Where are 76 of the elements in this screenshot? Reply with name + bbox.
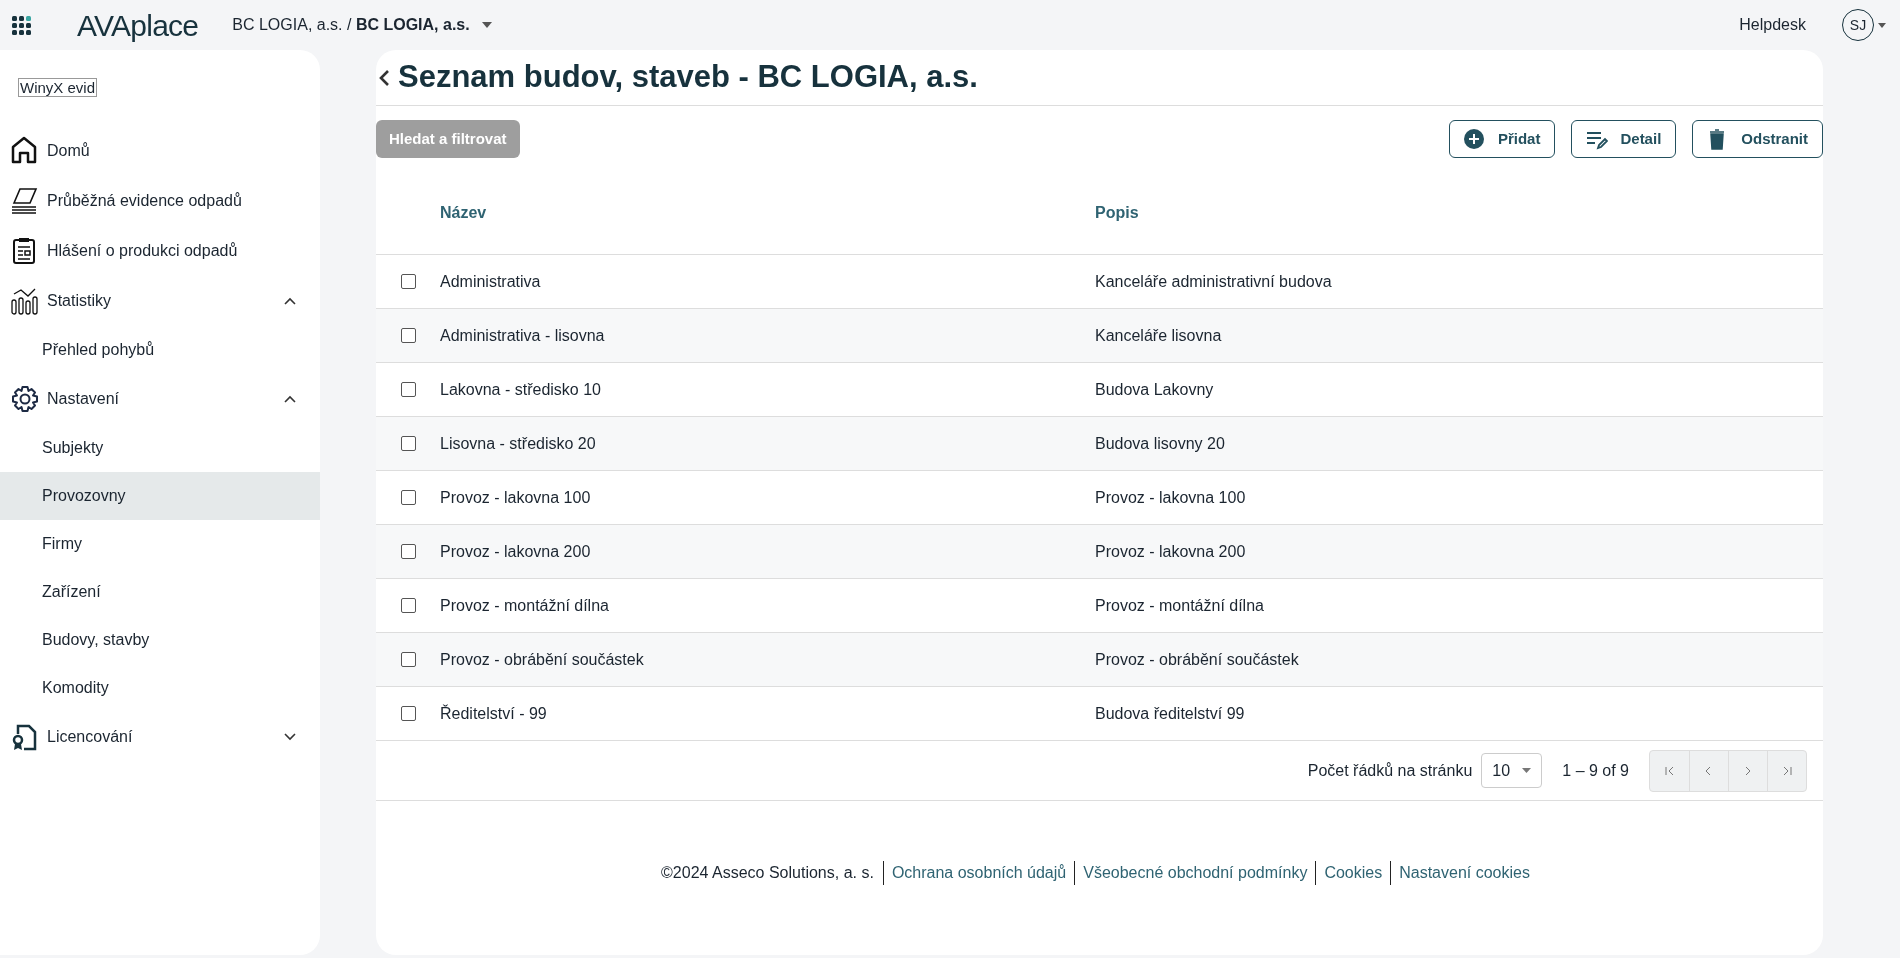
row-checkbox[interactable] xyxy=(400,490,416,505)
settings-icon xyxy=(10,384,40,414)
sidebar-item[interactable]: Statistiky xyxy=(0,276,320,326)
table-cell: Provoz - lakovna 100 xyxy=(1095,488,1246,506)
grid-icon xyxy=(12,15,31,35)
sidebar-subitem[interactable]: Budovy, stavby xyxy=(0,616,320,664)
action-button[interactable]: Odstranit xyxy=(1692,120,1823,158)
chevron-left-icon xyxy=(378,68,390,87)
table-cell: Budova ředitelství 99 xyxy=(1095,704,1245,722)
table-cell: Budova Lakovny xyxy=(1095,380,1214,398)
sidebar-subitem[interactable]: Zařízení xyxy=(0,568,320,616)
table-cell: Administrativa xyxy=(440,272,541,290)
footer-link[interactable]: Nastavení cookies xyxy=(1390,861,1538,885)
column-header[interactable]: Popis xyxy=(1095,204,1139,221)
logo: AVAplace xyxy=(77,7,199,44)
table-row[interactable]: Provoz - lakovna 200 Provoz - lakovna 200 xyxy=(376,525,1823,579)
app-label: WinyX evid xyxy=(18,78,98,97)
app-grid-button[interactable] xyxy=(12,15,31,35)
sidebar-item[interactable]: Průběžná evidence odpadů xyxy=(0,176,320,226)
table-cell: Provoz - montážní dílna xyxy=(1095,596,1264,614)
table-cell: Lakovna - středisko 10 xyxy=(440,380,601,398)
action-button[interactable]: Přidat xyxy=(1448,120,1556,158)
row-checkbox[interactable] xyxy=(400,706,416,721)
table-cell: Provoz - obrábění součástek xyxy=(440,650,644,668)
chevron-right-icon xyxy=(1743,765,1753,776)
page-title: Seznam budov, staveb - BC LOGIA, a.s. xyxy=(398,58,978,97)
paper-stack-icon xyxy=(10,186,40,216)
table-cell: Provoz - lakovna 100 xyxy=(440,488,591,506)
table-row[interactable]: Administrativa - lisovna Kanceláře lisovna xyxy=(376,309,1823,363)
footer-link[interactable]: Cookies xyxy=(1315,861,1391,885)
action-button[interactable]: Detail xyxy=(1571,120,1677,158)
table-cell: Provoz - obrábění součástek xyxy=(1095,650,1299,668)
sidebar-item[interactable]: Nastavení xyxy=(0,374,320,424)
helpdesk-link[interactable]: Helpdesk xyxy=(1739,13,1806,37)
first-page-icon xyxy=(1664,765,1675,776)
table-cell: Administrativa - lisovna xyxy=(440,326,605,344)
row-checkbox[interactable] xyxy=(400,274,416,289)
row-checkbox[interactable] xyxy=(400,598,416,613)
row-checkbox[interactable] xyxy=(400,328,416,343)
table-cell: Ředitelství - 99 xyxy=(440,704,547,722)
row-checkbox[interactable] xyxy=(400,652,416,667)
rows-per-page-label: Počet řádků na stránku xyxy=(1307,760,1473,781)
table-cell: Provoz - lakovna 200 xyxy=(1095,542,1246,560)
table-cell: Provoz - montážní dílna xyxy=(440,596,609,614)
company-selector[interactable]: BC LOGIA, a.s. / BC LOGIA, a.s. xyxy=(232,13,492,37)
table-cell: Kanceláře administrativní budova xyxy=(1095,272,1332,290)
row-checkbox[interactable] xyxy=(400,436,416,451)
last-page-icon xyxy=(1782,765,1792,776)
copyright-text: ©2024 Asseco Solutions, a. s. xyxy=(661,863,875,883)
sidebar-item[interactable]: Licencování xyxy=(0,712,320,762)
table-cell: Provoz - lakovna 200 xyxy=(440,542,591,560)
table-cell: Kanceláře lisovna xyxy=(1095,326,1222,344)
sidebar-subitem[interactable]: Provozovny xyxy=(0,472,320,520)
caret-icon xyxy=(1522,768,1532,773)
caret-icon xyxy=(1878,22,1886,28)
column-header[interactable]: Název xyxy=(440,204,487,221)
sidebar-item[interactable]: Hlášení o produkci odpadů xyxy=(0,226,320,276)
table-row[interactable]: Lisovna - středisko 20 Budova lisovny 20 xyxy=(376,417,1823,471)
table-cell: Budova lisovny 20 xyxy=(1095,434,1225,452)
footer-link[interactable]: Ochrana osobních údajů xyxy=(882,861,1075,885)
sidebar-subitem[interactable]: Subjekty xyxy=(0,424,320,472)
footer-link[interactable]: Všeobecné obchodní podmínky xyxy=(1074,861,1316,885)
caret-icon xyxy=(481,22,492,28)
sidebar-subitem[interactable]: Komodity xyxy=(0,664,320,712)
table-cell: Lisovna - středisko 20 xyxy=(440,434,596,452)
row-checkbox[interactable] xyxy=(400,544,416,559)
sidebar-subitem[interactable]: Firmy xyxy=(0,520,320,568)
table-row[interactable]: Provoz - obrábění součástek Provoz - obrábění součástek xyxy=(376,633,1823,687)
user-menu[interactable]: SJ xyxy=(1842,9,1886,41)
sidebar-subitem[interactable]: Přehled pohybů xyxy=(0,326,320,374)
rows-per-page-select[interactable]: 10 xyxy=(1481,753,1543,788)
page-range: 1 – 9 of 9 xyxy=(1562,760,1629,781)
sidebar-item[interactable]: Domů xyxy=(0,126,320,176)
bar-chart-icon xyxy=(10,286,40,316)
plus-circle-icon xyxy=(1463,128,1486,150)
row-checkbox[interactable] xyxy=(400,382,416,397)
